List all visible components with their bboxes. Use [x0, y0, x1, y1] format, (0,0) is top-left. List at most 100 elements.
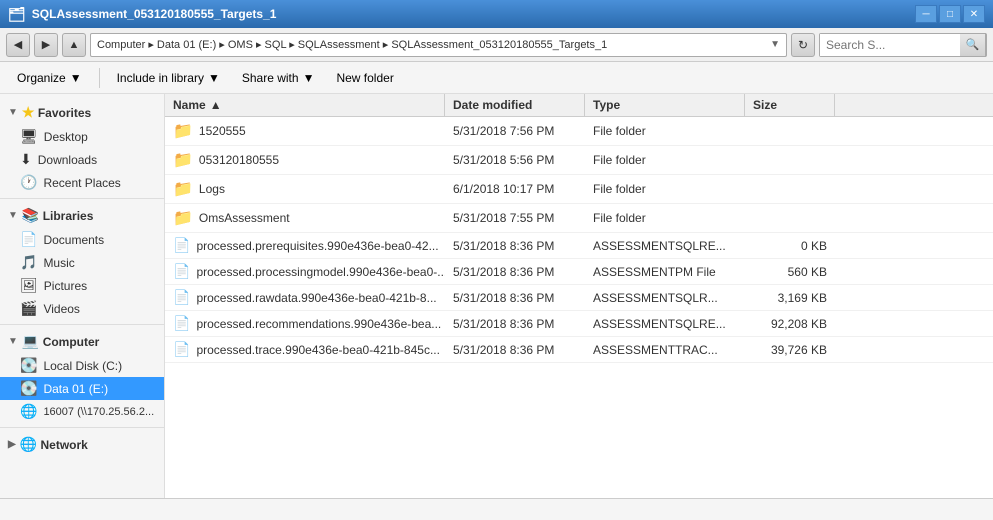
computer-icon: 💻	[22, 333, 39, 350]
network-icon: 🌐	[20, 436, 37, 453]
file-name-text: 1520555	[199, 124, 246, 138]
address-path-text: Computer ▸ Data 01 (E:) ▸ OMS ▸ SQL ▸ SQ…	[97, 38, 607, 51]
new-folder-button[interactable]: New folder	[327, 65, 402, 91]
address-dropdown-icon[interactable]: ▼	[770, 39, 780, 50]
file-name-cell: 📁1520555	[165, 117, 445, 145]
videos-label: Videos	[43, 302, 79, 316]
file-name-cell: 📄processed.trace.990e436e-bea0-421b-845c…	[165, 337, 445, 362]
table-row[interactable]: 📄processed.processingmodel.990e436e-bea0…	[165, 259, 993, 285]
organize-button[interactable]: Organize ▼	[8, 65, 91, 91]
title-bar-icon: 🗂	[8, 6, 26, 23]
sidebar-item-network-drive[interactable]: 🌐 16007 (\\170.25.56.2...	[0, 400, 164, 423]
data01-icon: 💽	[20, 380, 37, 397]
file-date-cell: 5/31/2018 8:36 PM	[445, 313, 585, 335]
favorites-star-icon: ★	[22, 104, 35, 121]
table-row[interactable]: 📄processed.prerequisites.990e436e-bea0-4…	[165, 233, 993, 259]
sidebar-item-desktop[interactable]: 🖥 Desktop	[0, 125, 164, 148]
music-icon: 🎵	[20, 254, 37, 271]
sidebar-item-documents[interactable]: 📄 Documents	[0, 228, 164, 251]
sidebar-item-data01[interactable]: 💽 Data 01 (E:)	[0, 377, 164, 400]
title-bar-title: SQLAssessment_053120180555_Targets_1	[32, 7, 277, 21]
sidebar-computer-header[interactable]: ▼ 💻 Computer	[0, 329, 164, 354]
sidebar-item-local-disk[interactable]: 💽 Local Disk (C:)	[0, 354, 164, 377]
refresh-button[interactable]: ↻	[791, 33, 815, 57]
col-name-label: Name	[173, 98, 206, 112]
file-type-cell: File folder	[585, 120, 745, 142]
folder-icon: 📁	[173, 179, 193, 199]
sidebar: ▼ ★ Favorites 🖥 Desktop ⬇ Downloads 🕐 Re…	[0, 94, 165, 498]
col-header-name[interactable]: Name ▲	[165, 94, 445, 116]
data01-label: Data 01 (E:)	[43, 382, 108, 396]
table-row[interactable]: 📁0531201805555/31/2018 5:56 PMFile folde…	[165, 146, 993, 175]
col-header-size[interactable]: Size	[745, 94, 835, 116]
file-date-cell: 6/1/2018 10:17 PM	[445, 178, 585, 200]
col-header-type[interactable]: Type	[585, 94, 745, 116]
share-with-button[interactable]: Share with ▼	[233, 65, 324, 91]
sidebar-favorites-header[interactable]: ▼ ★ Favorites	[0, 100, 164, 125]
col-header-date[interactable]: Date modified	[445, 94, 585, 116]
file-name-text: processed.recommendations.990e436e-bea..…	[196, 317, 441, 331]
maximize-button[interactable]: □	[939, 5, 961, 23]
file-size-cell	[745, 127, 835, 135]
file-size-cell: 0 KB	[745, 235, 835, 257]
table-row[interactable]: 📁Logs6/1/2018 10:17 PMFile folder	[165, 175, 993, 204]
file-type-cell: ASSESSMENTSQLRE...	[585, 235, 745, 257]
sidebar-divider-1	[0, 198, 164, 199]
file-date-cell: 5/31/2018 5:56 PM	[445, 149, 585, 171]
sidebar-item-recent-places[interactable]: 🕐 Recent Places	[0, 171, 164, 194]
file-name-text: processed.processingmodel.990e436e-bea0-…	[196, 265, 445, 279]
sidebar-libraries-header[interactable]: ▼ 📚 Libraries	[0, 203, 164, 228]
file-date-cell: 5/31/2018 8:36 PM	[445, 261, 585, 283]
file-size-cell: 39,726 KB	[745, 339, 835, 361]
minimize-button[interactable]: ─	[915, 5, 937, 23]
forward-button[interactable]: ▶	[34, 33, 58, 57]
file-name-cell: 📄 processed.rawdata.990e436e-bea0-421b-8.…	[165, 285, 445, 310]
file-size-cell: 560 KB	[745, 261, 835, 283]
search-input[interactable]	[820, 34, 960, 56]
recent-places-label: Recent Places	[43, 176, 120, 190]
table-row[interactable]: 📁OmsAssessment5/31/2018 7:55 PMFile fold…	[165, 204, 993, 233]
back-button[interactable]: ◀	[6, 33, 30, 57]
sidebar-network-header[interactable]: ▶ 🌐 Network	[0, 432, 164, 457]
file-name-text: processed.rawdata.990e436e-bea0-421b-8..…	[196, 291, 436, 305]
sidebar-item-downloads[interactable]: ⬇ Downloads	[0, 148, 164, 171]
include-in-library-label: Include in library	[117, 71, 204, 85]
file-icon: 📄	[173, 315, 190, 332]
network-drive-label: 16007 (\\170.25.56.2...	[43, 406, 154, 418]
file-date-cell: 5/31/2018 8:36 PM	[445, 287, 585, 309]
file-icon: 📄	[173, 289, 190, 306]
desktop-label: Desktop	[44, 130, 88, 144]
file-name-cell: 📁OmsAssessment	[165, 204, 445, 232]
search-button[interactable]: 🔍	[960, 33, 986, 57]
file-list-pane: Name ▲ Date modified Type Size 📁15205555…	[165, 94, 993, 498]
status-bar	[0, 498, 993, 520]
file-type-cell: ASSESSMENTSQLRE...	[585, 313, 745, 335]
table-row[interactable]: 📁15205555/31/2018 7:56 PMFile folder	[165, 117, 993, 146]
up-button[interactable]: ▲	[62, 33, 86, 57]
recent-places-icon: 🕐	[20, 174, 37, 191]
address-path[interactable]: Computer ▸ Data 01 (E:) ▸ OMS ▸ SQL ▸ SQ…	[90, 33, 787, 57]
table-row[interactable]: 📄 processed.rawdata.990e436e-bea0-421b-8.…	[165, 285, 993, 311]
downloads-label: Downloads	[38, 153, 97, 167]
table-row[interactable]: 📄 processed.recommendations.990e436e-bea.…	[165, 311, 993, 337]
sidebar-item-music[interactable]: 🎵 Music	[0, 251, 164, 274]
file-name-text: 053120180555	[199, 153, 279, 167]
sidebar-item-videos[interactable]: 🎬 Videos	[0, 297, 164, 320]
file-name-text: processed.trace.990e436e-bea0-421b-845c.…	[196, 343, 440, 357]
table-row[interactable]: 📄processed.trace.990e436e-bea0-421b-845c…	[165, 337, 993, 363]
file-name-cell: 📁 Logs	[165, 175, 445, 203]
sidebar-item-pictures[interactable]: 🖼 Pictures	[0, 274, 164, 297]
close-button[interactable]: ✕	[963, 5, 985, 23]
file-date-cell: 5/31/2018 8:36 PM	[445, 235, 585, 257]
file-type-cell: File folder	[585, 149, 745, 171]
new-folder-label: New folder	[336, 71, 393, 85]
documents-label: Documents	[43, 233, 104, 247]
file-date-cell: 5/31/2018 7:55 PM	[445, 207, 585, 229]
include-in-library-button[interactable]: Include in library ▼	[108, 65, 229, 91]
share-chevron: ▼	[303, 71, 315, 85]
file-name-text: Logs	[199, 182, 225, 196]
videos-icon: 🎬	[20, 300, 37, 317]
network-drive-icon: 🌐	[20, 403, 37, 420]
file-type-cell: ASSESSMENTSQLR...	[585, 287, 745, 309]
file-date-cell: 5/31/2018 7:56 PM	[445, 120, 585, 142]
